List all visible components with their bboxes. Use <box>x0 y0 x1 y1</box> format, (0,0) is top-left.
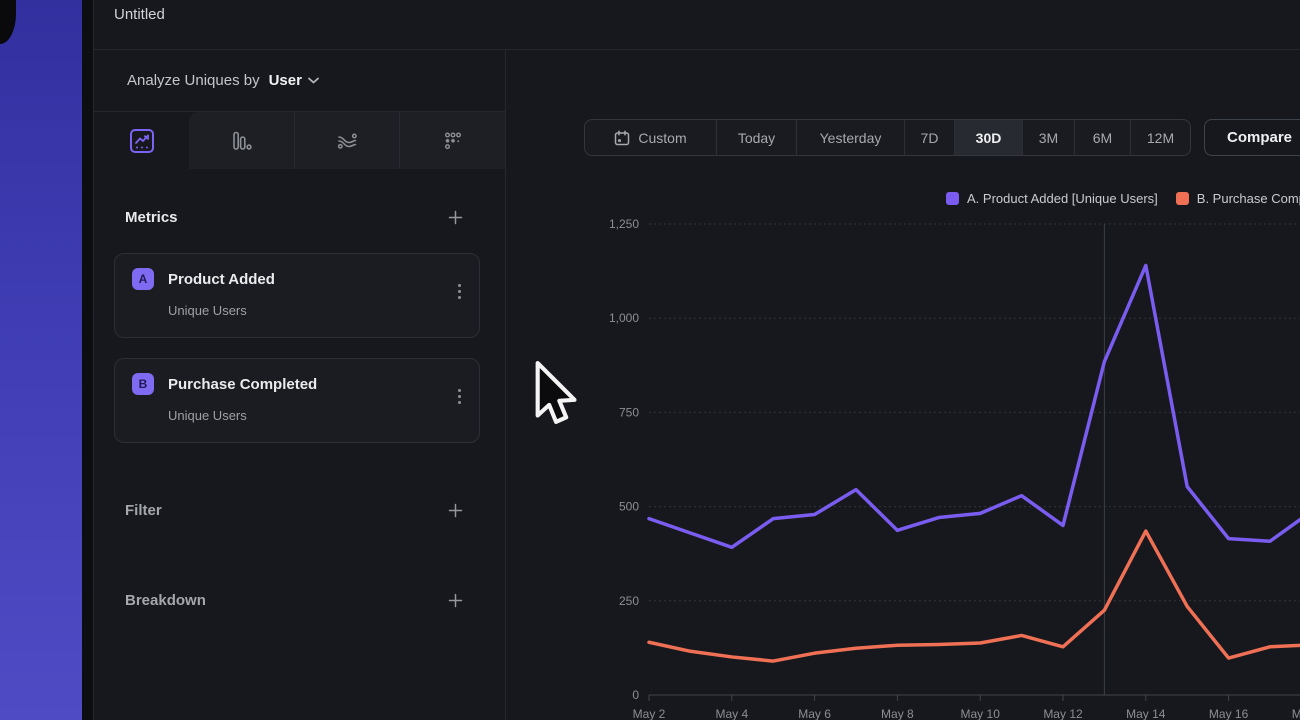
line-chart[interactable]: 0 250 500 750 1,000 1,250 May 2 May 4 May 6 May 8… <box>506 50 1300 720</box>
app-window: Untitled Analyze Uniques by User <box>93 0 1300 720</box>
kebab-menu-icon[interactable] <box>454 385 465 408</box>
metric-card-b[interactable]: B Purchase Completed Unique Users <box>114 358 480 443</box>
y-axis-tick-label: 750 <box>619 405 639 419</box>
add-metric-button[interactable] <box>446 208 465 227</box>
metric-card-list: A Product Added Unique Users B Purchase Comp… <box>114 253 480 463</box>
filter-label: Filter <box>125 502 162 519</box>
y-axis-tick-label: 500 <box>619 500 639 514</box>
add-breakdown-button[interactable] <box>446 591 465 610</box>
x-axis-tick-label: May 8 <box>881 707 914 720</box>
breakdown-section-header: Breakdown <box>125 591 465 610</box>
x-axis-tick-label: May 4 <box>715 707 748 720</box>
metric-badge: B <box>132 373 154 395</box>
tab-group <box>189 112 505 169</box>
filter-section-header: Filter <box>125 501 465 520</box>
y-axis-tick-label: 0 <box>632 688 639 702</box>
metric-card-top: B Purchase Completed <box>132 373 465 395</box>
y-axis-tick-label: 1,250 <box>609 217 639 231</box>
y-axis-tick-label: 1,000 <box>609 311 639 325</box>
tab-retention[interactable] <box>399 112 505 169</box>
x-axis-tick-label: May 2 <box>633 707 666 720</box>
metrics-section-header: Metrics <box>125 208 465 227</box>
x-axis-tick-label: May 18 <box>1292 707 1300 720</box>
uniques-selector-dropdown[interactable]: User <box>269 72 319 89</box>
plus-icon <box>448 210 463 225</box>
metric-badge: A <box>132 268 154 290</box>
analyze-row: Analyze Uniques by User <box>94 50 505 112</box>
x-axis-tick-label: May 10 <box>961 707 1001 720</box>
plus-icon <box>448 593 463 608</box>
x-axis-tick-label: May 6 <box>798 707 831 720</box>
retention-dots-icon <box>441 129 465 153</box>
tab-insights[interactable] <box>94 112 189 169</box>
metric-card-a[interactable]: A Product Added Unique Users <box>114 253 480 338</box>
analyze-label: Analyze Uniques by <box>127 72 260 89</box>
y-axis-tick-label: 250 <box>619 594 639 608</box>
series-line-a[interactable] <box>649 265 1300 547</box>
tab-funnels[interactable] <box>189 112 294 169</box>
screenshot-frame: Untitled Analyze Uniques by User <box>0 0 1300 720</box>
accent-strip <box>0 0 82 720</box>
metric-subtitle: Unique Users <box>168 408 465 423</box>
mouse-cursor <box>534 361 580 435</box>
chart-panel: CustomTodayYesterday7D30D3M6M12M Compare… <box>506 50 1300 720</box>
query-builder-panel: Analyze Uniques by User <box>94 50 506 720</box>
kebab-menu-icon[interactable] <box>454 280 465 303</box>
metric-name: Product Added <box>168 271 275 288</box>
uniques-selector-value: User <box>269 72 302 89</box>
chart-type-tabs <box>94 112 505 169</box>
metric-name: Purchase Completed <box>168 376 317 393</box>
chevron-down-icon <box>308 77 319 84</box>
add-filter-button[interactable] <box>446 501 465 520</box>
line-chart-icon <box>129 128 155 154</box>
plus-icon <box>448 503 463 518</box>
breakdown-label: Breakdown <box>125 592 206 609</box>
metrics-label: Metrics <box>125 209 178 226</box>
report-title[interactable]: Untitled <box>114 6 165 23</box>
tab-flows[interactable] <box>294 112 400 169</box>
funnel-bars-icon <box>229 129 253 153</box>
x-axis-tick-label: May 14 <box>1126 707 1166 720</box>
series-line-b[interactable] <box>649 531 1300 661</box>
metric-subtitle: Unique Users <box>168 303 465 318</box>
topbar: Untitled <box>94 0 1300 50</box>
metric-card-top: A Product Added <box>132 268 465 290</box>
flows-waves-icon <box>335 129 359 153</box>
x-axis-tick-label: May 12 <box>1043 707 1083 720</box>
x-axis-tick-label: May 16 <box>1209 707 1249 720</box>
